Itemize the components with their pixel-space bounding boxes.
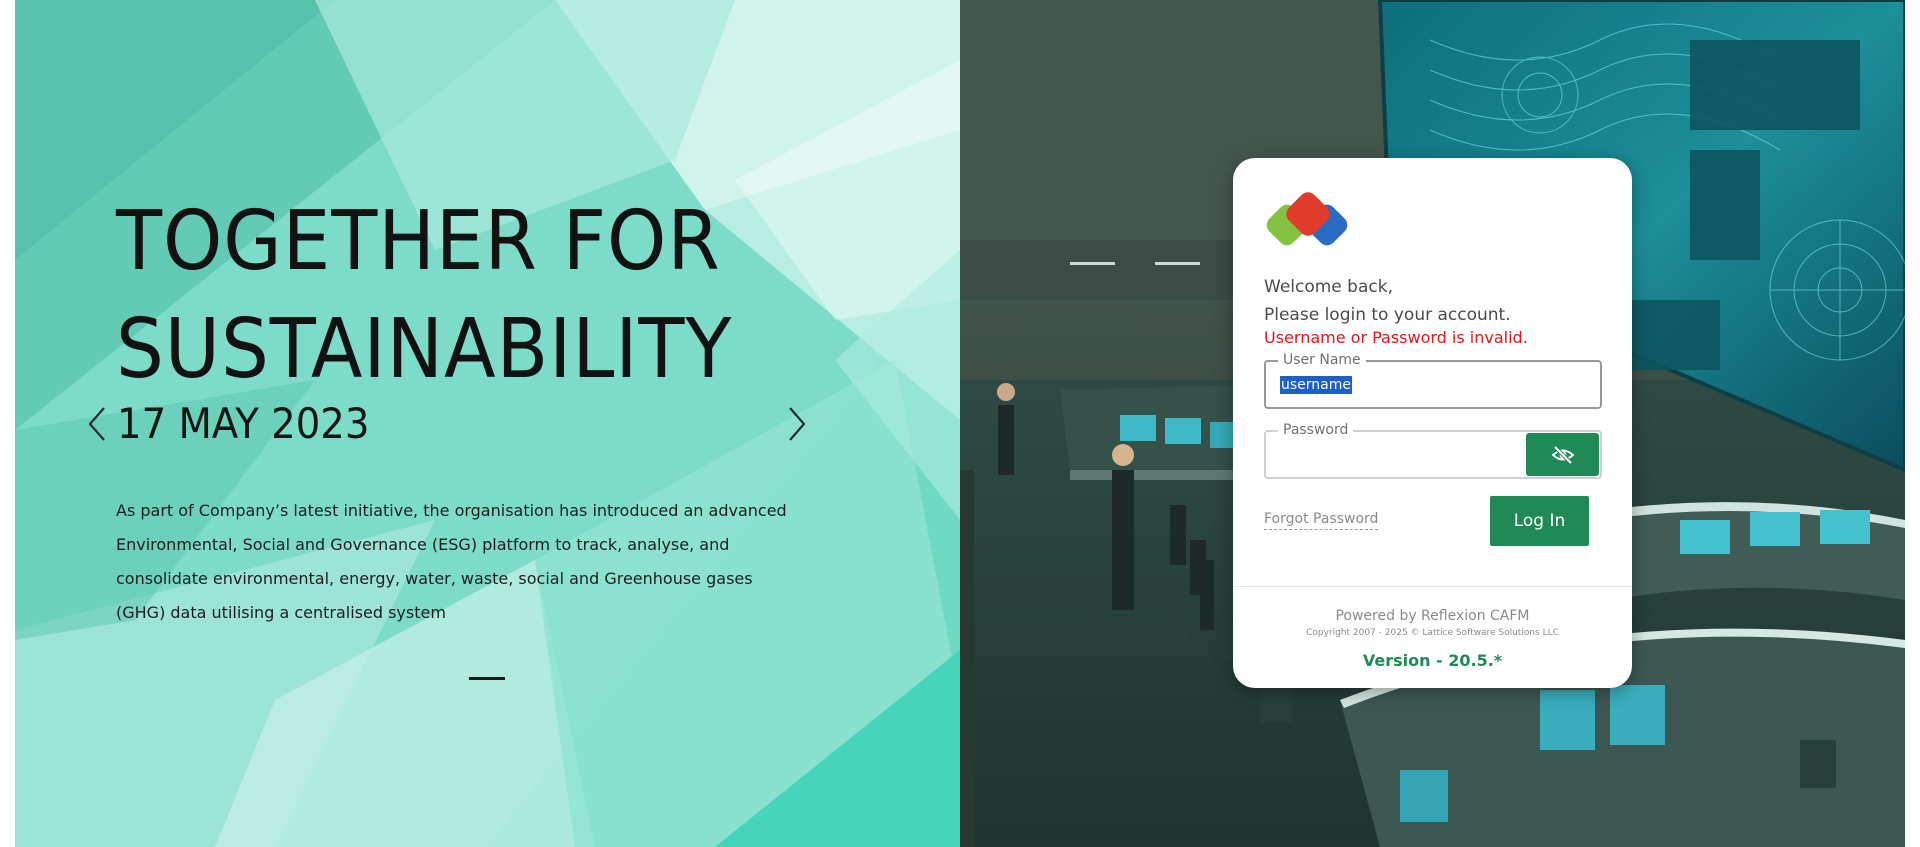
- promo-date: 17 MAY 2023: [117, 399, 370, 448]
- password-label: Password: [1278, 421, 1354, 439]
- copyright-text: Copyright 2007 - 2025 © Lattice Software…: [1306, 628, 1559, 638]
- username-label: User Name: [1278, 351, 1366, 369]
- username-selected-text: username: [1280, 376, 1352, 394]
- powered-by: Powered by Reflexion CAFM: [1335, 608, 1530, 624]
- login-prompt: Please login to your account.: [1264, 305, 1511, 325]
- eye-slash-icon: [1551, 445, 1574, 464]
- carousel-prev-button[interactable]: [83, 404, 111, 444]
- login-card: Welcome back, Please login to your accou…: [1233, 158, 1632, 688]
- username-field[interactable]: User Name username: [1264, 351, 1602, 409]
- carousel-next-button[interactable]: [783, 404, 811, 444]
- version-label: Version - 20.5.*: [1362, 651, 1503, 670]
- error-message: Username or Password is invalid.: [1264, 328, 1528, 347]
- password-field[interactable]: Password: [1264, 421, 1602, 479]
- card-divider: [1233, 586, 1632, 587]
- forgot-password-link[interactable]: Forgot Password: [1264, 511, 1379, 530]
- promo-title: TOGETHER FOR SUSTAINABILITY: [116, 194, 733, 397]
- carousel-indicator[interactable]: [469, 677, 505, 680]
- welcome-message: Welcome back, Please login to your accou…: [1264, 273, 1511, 329]
- login-button[interactable]: Log In: [1490, 496, 1589, 546]
- chevron-left-icon: [88, 407, 105, 441]
- login-page: TOGETHER FOR SUSTAINABILITY 17 MAY 2023 …: [0, 0, 1920, 847]
- app-logo: [1266, 192, 1348, 246]
- chevron-right-icon: [789, 407, 806, 441]
- password-input[interactable]: [1280, 442, 1530, 466]
- welcome-line: Welcome back,: [1264, 277, 1393, 297]
- password-visibility-toggle[interactable]: [1526, 433, 1599, 476]
- promo-description: As part of Company’s latest initiative, …: [116, 501, 787, 622]
- promo-carousel: TOGETHER FOR SUSTAINABILITY 17 MAY 2023 …: [15, 0, 960, 847]
